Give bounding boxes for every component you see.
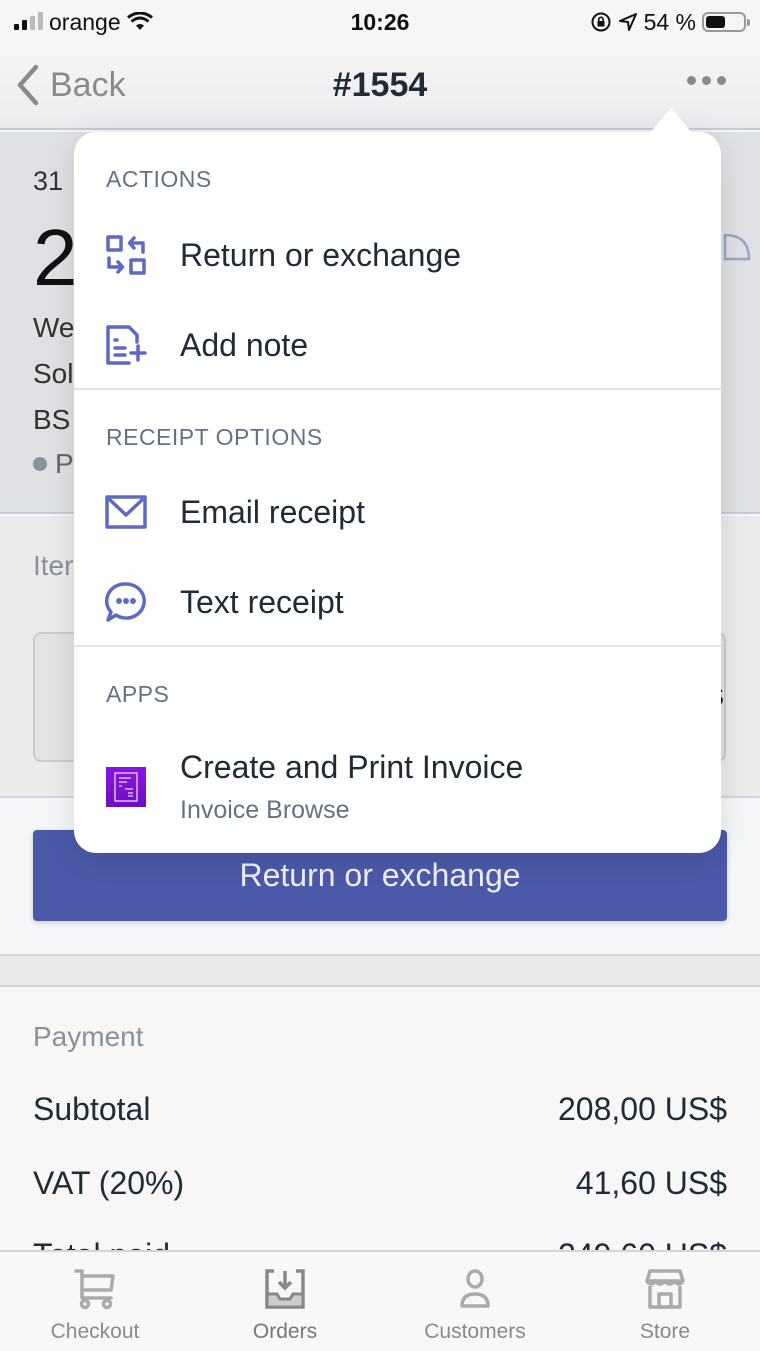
battery-icon	[702, 12, 750, 32]
address-line: BS	[33, 404, 71, 435]
store-icon	[645, 1269, 685, 1309]
battery-percent: 54 %	[643, 8, 696, 35]
menu-divider	[74, 645, 721, 647]
menu-item-label: Return or exchange	[180, 236, 462, 273]
payment-row-vat: VAT (20%) 41,60 US$	[33, 1165, 727, 1202]
more-options-popover: ACTIONS Return or exchange Add note RECE…	[74, 108, 721, 853]
menu-item-text-receipt[interactable]: Text receipt	[74, 558, 721, 646]
menu-item-label: Add note	[180, 326, 309, 363]
chevron-left-icon	[17, 64, 39, 106]
tab-customers[interactable]: Customers	[380, 1252, 570, 1351]
menu-item-label: Email receipt	[180, 493, 365, 530]
menu-item-create-and-print-invoice[interactable]: Create and Print Invoice Invoice Browse	[74, 732, 721, 842]
payment-row-label: Subtotal	[33, 1091, 151, 1127]
menu-item-return-or-exchange[interactable]: Return or exchange	[74, 211, 721, 299]
more-options-button[interactable]	[687, 76, 726, 85]
tab-orders[interactable]: Orders	[190, 1252, 380, 1351]
more-dot	[717, 76, 726, 85]
return-exchange-icon	[104, 233, 148, 277]
menu-item-sublabel: Invoice Browse	[180, 796, 350, 824]
add-note-icon	[104, 323, 148, 367]
tab-bar: Checkout Orders Customers Store	[0, 1250, 760, 1351]
items-label: Iter	[33, 550, 74, 581]
payment-row-value: 208,00 US$	[557, 1091, 727, 1127]
menu-divider	[74, 388, 721, 390]
menu-item-label: Create and Print Invoice	[180, 749, 524, 785]
tab-label: Store	[639, 1320, 691, 1343]
order-amount: 2	[33, 213, 78, 302]
payment-row-subtotal: Subtotal 208,00 US$	[33, 1091, 727, 1128]
menu-item-email-receipt[interactable]: Email receipt	[74, 468, 721, 556]
address-line: Sol	[33, 358, 74, 389]
payment-row-value: 41,60 US$	[575, 1165, 727, 1201]
payment-row-label: VAT (20%)	[33, 1165, 185, 1201]
pie-segment-icon	[723, 233, 751, 261]
cart-icon	[74, 1269, 115, 1310]
order-date: 31	[33, 166, 64, 196]
envelope-icon	[104, 490, 148, 534]
address-line: We	[33, 312, 75, 343]
status-dot	[33, 457, 47, 471]
more-dot	[687, 76, 696, 85]
tab-checkout[interactable]: Checkout	[0, 1252, 190, 1351]
more-dot	[702, 76, 711, 85]
section-title-receipt-options: RECEIPT OPTIONS	[106, 424, 323, 450]
invoice-app-icon	[104, 765, 148, 809]
back-button[interactable]: Back	[16, 64, 126, 106]
payment-label: Payment	[33, 1021, 144, 1052]
cellular-signal-icon	[14, 12, 43, 30]
section-title-actions: ACTIONS	[106, 166, 212, 192]
orders-inbox-icon	[265, 1269, 305, 1309]
popover-arrow	[649, 108, 693, 134]
carrier-name: orange	[49, 8, 121, 35]
status-bar: orange 10:26 54 %	[0, 0, 760, 44]
tab-label: Customers	[424, 1320, 526, 1343]
menu-item-add-note[interactable]: Add note	[74, 301, 721, 389]
section-title-apps: APPS	[106, 681, 170, 707]
tab-store[interactable]: Store	[570, 1252, 760, 1351]
tab-label: Orders	[252, 1320, 318, 1343]
section-separator	[0, 954, 760, 987]
wifi-icon	[126, 12, 153, 30]
menu-item-label: Text receipt	[180, 583, 344, 620]
person-icon	[460, 1269, 490, 1308]
status-text: P	[55, 448, 74, 479]
location-arrow-icon	[618, 13, 637, 31]
orientation-lock-icon	[591, 12, 611, 32]
payment-section: Payment Subtotal 208,00 US$ VAT (20%) 41…	[0, 987, 760, 1273]
chat-bubble-icon	[104, 580, 148, 624]
navigation-bar: Back #1554	[0, 44, 760, 130]
back-label: Back	[50, 65, 126, 104]
tab-label: Checkout	[50, 1320, 140, 1343]
payment-status: P	[33, 448, 74, 480]
